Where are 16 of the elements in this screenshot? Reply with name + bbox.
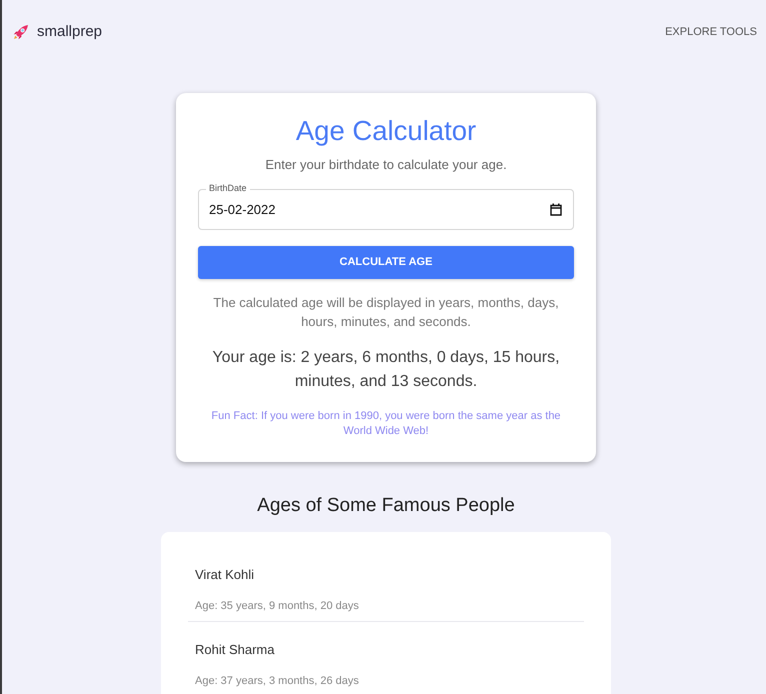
explore-tools-link[interactable]: EXPLORE TOOLS bbox=[665, 26, 757, 38]
rocket-icon bbox=[12, 24, 29, 40]
page-title: Age Calculator bbox=[294, 115, 478, 146]
subtitle-text: Enter your birthdate to calculate your age. bbox=[264, 156, 508, 174]
calculate-age-button[interactable]: CALCULATE AGE bbox=[198, 246, 574, 279]
field-label: BirthDate bbox=[206, 183, 250, 194]
logo-text[interactable]: smallprep bbox=[37, 23, 102, 41]
description-text: The calculated age will be displayed in years, months, days, hours, minutes, and seconds. bbox=[212, 294, 560, 331]
age-result-text: Your age is: 2 years, 6 months, 0 days, 15 hours, minutes, and 13 seconds. bbox=[211, 348, 561, 392]
person-name: Rohit Sharma bbox=[195, 641, 274, 659]
person-age: Age: 35 years, 9 months, 20 days bbox=[195, 599, 359, 614]
person-age: Age: 37 years, 3 months, 26 days bbox=[195, 674, 359, 689]
fun-fact-text: Fun Fact: If you were born in 1990, you were born the same year as the World Wide Web! bbox=[210, 409, 562, 439]
person-name: Virat Kohli bbox=[195, 566, 254, 584]
section-heading: Ages of Some Famous People bbox=[257, 494, 515, 517]
calendar-icon[interactable] bbox=[550, 203, 562, 216]
